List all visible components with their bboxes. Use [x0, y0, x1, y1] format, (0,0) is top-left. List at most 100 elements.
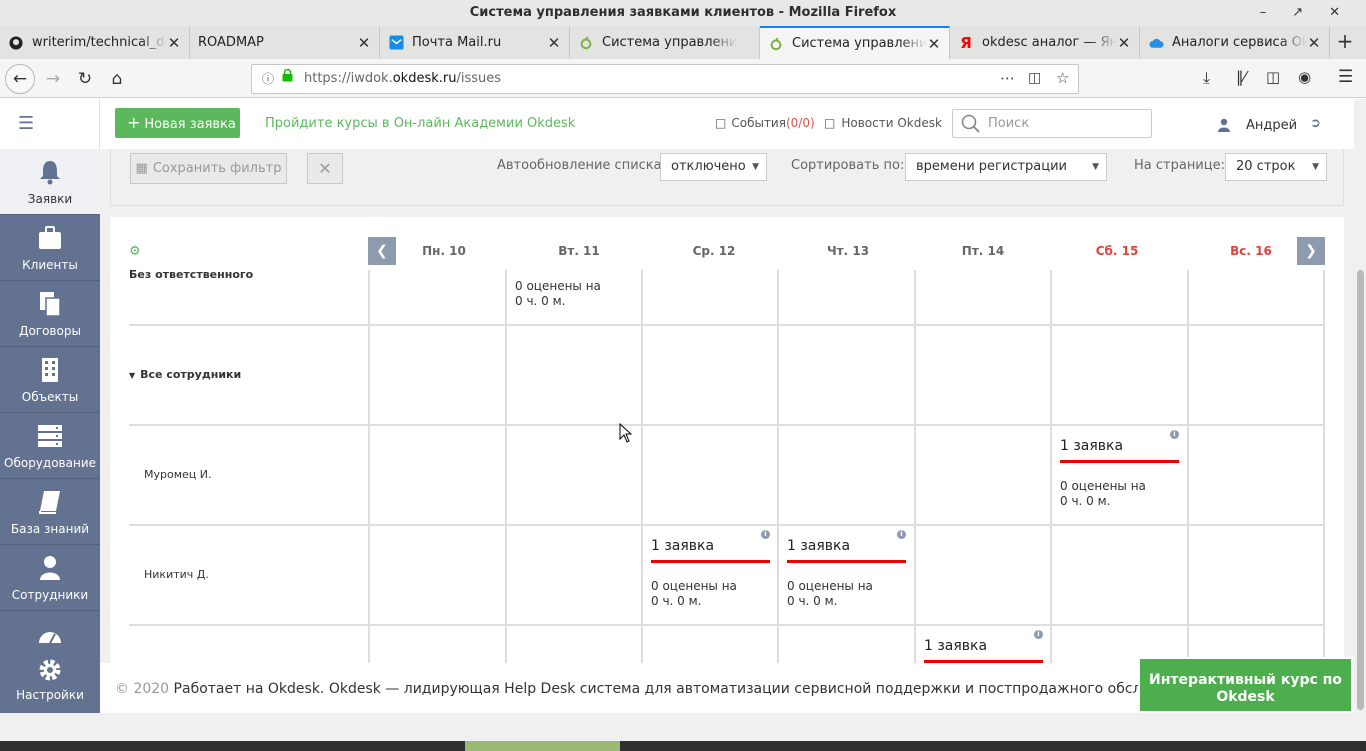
sort-label: Сортировать по:: [791, 158, 905, 173]
sidebar-item-settings[interactable]: Настройки: [0, 647, 100, 713]
settings-gear-icon[interactable]: ⚙: [129, 244, 141, 259]
day-header-tue: Вт. 11: [558, 244, 600, 258]
tab-mail[interactable]: Почта Mail.ru ✕: [380, 26, 570, 59]
downloads-icon[interactable]: ⤓: [1203, 68, 1210, 88]
bookmark-star-icon[interactable]: ☆: [1056, 64, 1069, 92]
reload-button[interactable]: ↻: [70, 64, 100, 94]
home-button[interactable]: ⌂: [102, 64, 132, 94]
sidebar-item-issues[interactable]: Заявки: [0, 149, 100, 215]
person-icon: [38, 555, 62, 581]
tab-label: ROADMAP: [198, 35, 264, 50]
grid-line: [1323, 270, 1325, 663]
home-icon: ⌂: [111, 69, 123, 89]
lock-icon: [282, 65, 293, 93]
grid-line: [914, 270, 916, 663]
ticket-count[interactable]: 1 заявка i: [787, 530, 906, 563]
okdesk-icon: [578, 35, 594, 51]
taskbar-active-window[interactable]: [465, 741, 620, 751]
url-bar[interactable]: ⓘ https://iwdok.okdesk.ru/issues ⋯ ◫ ☆: [251, 64, 1079, 94]
ticket-bar: [651, 560, 770, 563]
maximize-icon[interactable]: ↗: [1292, 0, 1303, 26]
sidebar-item-label: Клиенты: [22, 258, 78, 272]
building-icon: [38, 357, 62, 383]
interactive-course-button[interactable]: Интерактивный курс по Okdesk: [1138, 657, 1353, 713]
save-filter-button[interactable]: ▦ Сохранить фильтр: [130, 153, 287, 184]
ticket-count[interactable]: 1 заявка i: [924, 630, 1043, 663]
new-ticket-button[interactable]: + Новая заявка: [115, 108, 240, 138]
grid-line: [129, 324, 1324, 326]
info-icon[interactable]: i: [761, 530, 770, 539]
search-input[interactable]: Поиск: [952, 109, 1152, 138]
tab-label: writerim/technical_do: [32, 35, 167, 50]
page-actions-icon[interactable]: ⋯: [1000, 64, 1015, 92]
clear-filter-button[interactable]: ✕: [307, 153, 343, 184]
sidebar-item-knowledge-base[interactable]: База знаний: [0, 479, 100, 545]
sidebar-item-equipment[interactable]: Оборудование: [0, 413, 100, 479]
info-icon[interactable]: ⓘ: [262, 65, 274, 93]
user-name[interactable]: Андрей: [1246, 118, 1297, 133]
account-icon[interactable]: ◉: [1298, 68, 1311, 86]
sidebar-item-contracts[interactable]: Договоры: [0, 281, 100, 347]
sidebar-item-label: Заявки: [27, 192, 73, 206]
news-link[interactable]: □ Новости Okdesk: [824, 116, 942, 130]
caret-down-icon: ▼: [1092, 162, 1099, 172]
documents-icon: [38, 291, 62, 317]
tab-close-icon[interactable]: ✕: [1117, 34, 1131, 52]
grid-line: [1050, 270, 1052, 663]
new-tab-button[interactable]: +: [1330, 26, 1360, 59]
tab-close-icon[interactable]: ✕: [1307, 34, 1321, 52]
close-icon[interactable]: ✕: [1329, 0, 1340, 26]
events-link[interactable]: □ События(0/0): [715, 116, 815, 130]
ticket-count[interactable]: 1 заявка i: [651, 530, 770, 563]
url-text: https://iwdok.okdesk.ru/issues: [304, 71, 502, 86]
menu-icon[interactable]: ☰: [1338, 67, 1353, 87]
info-icon[interactable]: i: [897, 530, 906, 539]
ticket-count[interactable]: 1 заявка i: [1060, 430, 1179, 463]
briefcase-icon: [38, 225, 62, 251]
tab-analogs[interactable]: Аналоги сервиса Okd ✕: [1140, 26, 1330, 59]
tab-close-icon[interactable]: ✕: [357, 34, 371, 52]
info-icon[interactable]: i: [1034, 630, 1043, 639]
pocket-icon[interactable]: ◫: [1028, 64, 1041, 92]
dashboard-icon: [38, 621, 62, 647]
estimate-note: 0 оценены на 0 ч. 0 м.: [1060, 479, 1146, 508]
tab-github[interactable]: writerim/technical_do ✕: [0, 26, 190, 59]
sidebar-item-objects[interactable]: Объекты: [0, 347, 100, 413]
library-icon[interactable]: ‖⁄: [1236, 68, 1246, 86]
academy-link[interactable]: Пройдите курсы в Он-лайн Академии Okdesk: [265, 116, 575, 131]
forward-button[interactable]: →: [38, 64, 68, 94]
tab-close-icon[interactable]: ✕: [927, 35, 941, 53]
tab-okdesk-active[interactable]: Система управления ✕: [760, 26, 950, 59]
sidebar-item-label: Объекты: [21, 390, 79, 404]
autorefresh-select[interactable]: отключено ▼: [660, 153, 767, 181]
navigation-bar: ← → ↻ ⌂ ⓘ https://iwdok.okdesk.ru/issues…: [0, 59, 1366, 98]
sidebar-toggle-icon[interactable]: ◫: [1266, 68, 1280, 86]
sidebar-item-reports[interactable]: [0, 611, 100, 647]
tab-close-icon[interactable]: ✕: [167, 34, 181, 52]
sidebar-item-clients[interactable]: Клиенты: [0, 215, 100, 281]
menu-toggle-button[interactable]: ☰: [0, 99, 100, 149]
day-header-fri: Пт. 14: [961, 244, 1005, 258]
info-icon[interactable]: i: [1170, 430, 1179, 439]
sidebar-item-staff[interactable]: Сотрудники: [0, 545, 100, 611]
back-button[interactable]: ←: [5, 64, 35, 94]
sidebar-item-label: Оборудование: [4, 456, 96, 470]
day-header-wed: Ср. 12: [692, 244, 736, 258]
tab-roadmap[interactable]: ROADMAP ✕: [190, 26, 380, 59]
estimate-note: 0 оценены на 0 ч. 0 м.: [651, 579, 737, 608]
row-label-employee: Муромец И.: [144, 468, 212, 481]
minimize-icon[interactable]: –: [1260, 0, 1267, 26]
mail-icon: [388, 35, 404, 51]
logout-icon[interactable]: ➲: [1310, 116, 1321, 131]
filter-bar: ▦ Сохранить фильтр ✕ Автообновление списк…: [110, 149, 1344, 206]
tab-yandex[interactable]: Я okdesc аналог — Янд ✕: [950, 26, 1140, 59]
tab-okdesk-1[interactable]: Система управления: [570, 26, 760, 59]
row-label-unassigned: Без ответственного: [129, 268, 254, 281]
per-page-select[interactable]: 20 строк ▼: [1225, 153, 1327, 181]
row-label-all-staff[interactable]: ▼ Все сотрудники: [129, 368, 241, 381]
copyright: © 2020: [115, 681, 170, 697]
grid-line: [129, 624, 1324, 626]
tab-close-icon[interactable]: ✕: [547, 34, 561, 52]
sort-select[interactable]: времени регистрации ▼: [905, 153, 1107, 181]
page-scrollbar-thumb[interactable]: [1357, 270, 1364, 710]
